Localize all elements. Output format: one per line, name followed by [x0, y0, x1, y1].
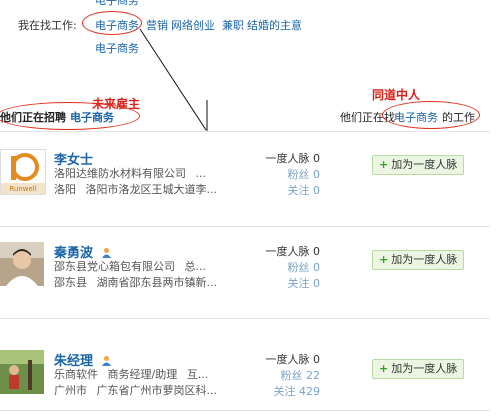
person-company-more: ... [195, 167, 207, 180]
person-badge-icon [101, 356, 111, 366]
person-location-row: 洛阳 洛阳市洛龙区王城大道李... [54, 181, 217, 197]
person-badge-icon [101, 248, 111, 258]
highlight-ellipse-left [0, 102, 140, 130]
metric-follows[interactable]: 关注 0 [262, 182, 321, 198]
company-logo-icon: Runwell [1, 150, 45, 194]
person-location-row: 邵东县 湖南省邵东县两市镇新... [54, 274, 217, 290]
divider [0, 410, 490, 411]
person-company: 乐商软件 [54, 368, 98, 381]
metric-connections: 一度人脉 0 [265, 152, 321, 165]
metric-follows[interactable]: 关注 429 [262, 383, 321, 399]
metric-connections: 一度人脉 0 [265, 353, 321, 366]
person-title: 商务经理/助理 [107, 368, 178, 381]
divider [0, 131, 490, 132]
metric-connections: 一度人脉 0 [265, 245, 321, 258]
person-company-more: 互... [186, 368, 209, 381]
person-city: 邵东县 [54, 276, 87, 289]
person-address: 广东省广州市萝岗区科... [96, 384, 218, 397]
person-address: 湖南省邵东县两市镇新... [96, 276, 218, 289]
highlight-ellipse-right [382, 101, 480, 129]
person-photo-icon [0, 350, 44, 394]
person-company-row: 邵东县党心箱包有限公司 总... [54, 258, 206, 274]
metric-fans[interactable]: 粉丝 0 [262, 166, 321, 182]
person-location-row: 广州市 广东省广州市萝岗区科... [54, 382, 217, 398]
add-connection-button[interactable]: + 加为一度人脉 [372, 359, 465, 379]
avatar[interactable] [0, 242, 44, 286]
person-city: 洛阳 [54, 183, 76, 196]
metric-fans[interactable]: 粉丝 0 [262, 259, 321, 275]
metric-fans[interactable]: 粉丝 22 [262, 367, 321, 383]
svg-text:Runwell: Runwell [9, 185, 36, 193]
person-city: 广州市 [54, 384, 87, 397]
person-company-row: 乐商软件 商务经理/助理 互... [54, 366, 208, 382]
plus-icon: + [379, 158, 389, 171]
person-company-more: 总... [184, 260, 207, 273]
add-connection-button[interactable]: + 加为一度人脉 [372, 250, 465, 270]
divider [0, 226, 490, 227]
person-company: 邵东县党心箱包有限公司 [54, 260, 175, 273]
annotation-peers: 同道中人 [372, 88, 421, 102]
avatar[interactable]: Runwell [0, 149, 46, 195]
metric-follows[interactable]: 关注 0 [262, 275, 321, 291]
person-photo-icon [0, 242, 44, 286]
plus-icon: + [379, 362, 389, 375]
add-connection-button[interactable]: + 加为一度人脉 [372, 155, 465, 175]
person-company: 洛阳达维防水材料有限公司 [54, 167, 186, 180]
divider [0, 318, 490, 319]
plus-icon: + [379, 253, 389, 266]
person-company-row: 洛阳达维防水材料有限公司 ... [54, 165, 206, 181]
avatar[interactable] [0, 350, 44, 394]
person-address: 洛阳市洛龙区王城大道李... [85, 183, 218, 196]
